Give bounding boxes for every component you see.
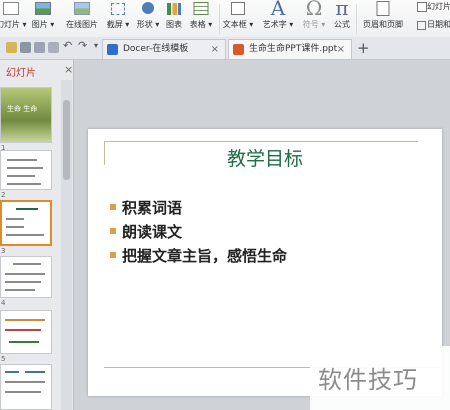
slide-thumbnail[interactable] <box>0 364 52 410</box>
redo-icon[interactable]: ↷ <box>78 39 87 52</box>
wordart-button[interactable]: A 艺术字 ▾ <box>260 0 296 37</box>
slide-thumbnail[interactable] <box>0 150 52 190</box>
toolbar-separator <box>356 4 357 34</box>
wordart-icon: A <box>270 0 286 20</box>
table-button[interactable]: 表格 ▾ <box>187 0 215 37</box>
close-tab-icon[interactable]: × <box>211 40 219 59</box>
ppt-file-icon <box>233 44 244 55</box>
textbox-icon <box>231 2 245 15</box>
tab-docer-templates[interactable]: Docer-在线模板 × <box>102 39 226 59</box>
shape-icon <box>142 2 154 14</box>
new-slide-button[interactable]: 幻灯片 ▾ <box>0 0 27 37</box>
thumbnail-scrollbar[interactable] <box>61 80 72 410</box>
online-picture-icon <box>74 2 90 15</box>
slide-thumbnail[interactable]: 生命 生命 <box>0 87 52 143</box>
docer-icon <box>107 44 118 55</box>
symbol-button[interactable]: Ω 符号 ▾ <box>300 0 328 37</box>
watermark: 软件技巧 <box>310 346 450 410</box>
header-footer-icon <box>376 1 390 16</box>
ribbon-toolbar: 幻灯片 ▾ 图片 ▾ 在线图片 截屏 ▾ 形状 ▾ 图表 表格 ▾ 文本框 ▾ … <box>0 0 450 38</box>
slide-thumbnail[interactable] <box>0 256 52 298</box>
title-rule <box>104 141 418 142</box>
screenshot-button[interactable]: 截屏 ▾ <box>104 0 132 37</box>
online-picture-button[interactable]: 在线图片 <box>62 0 102 37</box>
bullet-marker <box>110 204 116 210</box>
bullet-item[interactable]: 积累词语 <box>110 197 182 218</box>
slide-number-icon <box>417 2 427 12</box>
print-preview-icon[interactable] <box>34 42 45 53</box>
chart-button[interactable]: 图表 <box>163 0 185 37</box>
picture-icon <box>35 2 51 15</box>
slide-icon <box>3 2 19 15</box>
omega-icon: Ω <box>305 0 323 20</box>
bullet-item[interactable]: 朗读课文 <box>110 221 182 242</box>
new-tab-button[interactable]: + <box>357 39 370 57</box>
bullet-marker <box>110 228 116 234</box>
scrollbar-thumb[interactable] <box>63 100 70 180</box>
copy-format-icon[interactable] <box>48 42 59 53</box>
close-tab-icon[interactable]: × <box>337 40 345 59</box>
tab-ppt-document[interactable]: 生命生命PPT课件.ppt × <box>228 39 352 59</box>
slide-thumbnails: 生命 生命 1 2 3 4 5 <box>0 80 60 410</box>
bar-chart-icon <box>167 3 181 15</box>
bullet-item[interactable]: 把握文章主旨，感悟生命 <box>110 245 287 266</box>
document-tab-bar: ↶ ↷ ▾ Docer-在线模板 × 生命生命PPT课件.ppt × <box>0 37 450 60</box>
dropdown-icon[interactable]: ▾ <box>94 41 98 50</box>
table-icon <box>193 2 209 15</box>
formula-button[interactable]: π 公式 <box>330 0 354 37</box>
open-icon[interactable] <box>6 42 17 53</box>
tab-slides[interactable]: 幻灯片 <box>6 64 36 79</box>
undo-icon[interactable]: ↶ <box>63 39 72 52</box>
pi-icon: π <box>335 0 349 20</box>
shape-button[interactable]: 形状 ▾ <box>134 0 162 37</box>
slide-thumbnail-selected[interactable] <box>0 200 52 246</box>
slide-number-button[interactable]: 幻灯片 日期和 <box>411 0 450 37</box>
scissors-icon <box>111 3 125 15</box>
textbox-button[interactable]: 文本框 ▾ <box>221 0 255 37</box>
toolbar-separator <box>219 4 220 34</box>
header-footer-button[interactable]: 页眉和页脚 <box>359 0 407 37</box>
slides-panel: 幻灯片 × 生命 生命 1 2 3 4 5 <box>0 60 74 410</box>
slide-thumbnail[interactable] <box>0 310 52 354</box>
bullet-marker <box>110 252 116 258</box>
print-icon[interactable] <box>20 42 31 53</box>
picture-button[interactable]: 图片 ▾ <box>28 0 58 37</box>
close-panel-icon[interactable]: × <box>64 63 73 76</box>
slide-title[interactable]: 教学目标 <box>88 144 442 171</box>
date-time-icon <box>417 21 426 30</box>
